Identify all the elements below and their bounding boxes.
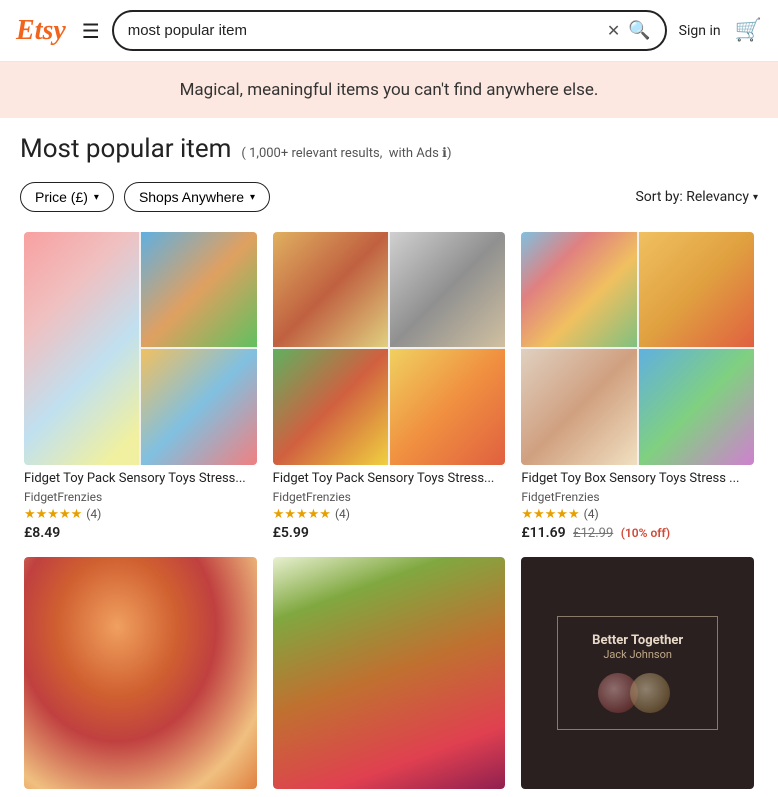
product-rating-3: ★★★★★ (4) (521, 507, 754, 522)
product-card-1[interactable]: Fidget Toy Pack Sensory Toys Stress... F… (16, 224, 265, 549)
sort-selector[interactable]: Sort by: Relevancy ▾ (635, 189, 758, 205)
banner-text: Magical, meaningful items you can't find… (180, 80, 599, 100)
product-shop-3: FidgetFrenzies (521, 490, 754, 504)
shops-filter-button[interactable]: Shops Anywhere ▾ (124, 182, 270, 212)
product-img-bl-2 (273, 349, 388, 464)
product-img-br-3 (639, 349, 754, 464)
search-bar: ✕ 🔍 (112, 10, 667, 51)
search-clear-icon[interactable]: ✕ (607, 21, 620, 40)
banner: Magical, meaningful items you can't find… (0, 62, 778, 118)
product-img-main-1 (24, 232, 139, 465)
sort-label: Sort by: Relevancy (635, 189, 748, 205)
header: Etsy ☰ ✕ 🔍 Sign in 🛒 (0, 0, 778, 62)
bottom-product-row: Better Together Jack Johnson (0, 549, 778, 797)
price-chevron-icon: ▾ (94, 192, 99, 203)
product-rating-1: ★★★★★ (4) (24, 507, 257, 522)
product-image-6: Better Together Jack Johnson (521, 557, 754, 790)
sign-in-link[interactable]: Sign in (679, 23, 721, 39)
product-image-4 (24, 557, 257, 790)
product-img-tr-2 (390, 232, 505, 347)
product-image-3 (521, 232, 754, 465)
price-filter-button[interactable]: Price (£) ▾ (20, 182, 114, 212)
shops-filter-label: Shops Anywhere (139, 189, 244, 205)
product-price-3: £11.69 £12.99 (10% off) (521, 525, 754, 541)
stars-3: ★★★★★ (521, 507, 579, 522)
product-card-3[interactable]: Fidget Toy Box Sensory Toys Stress ... F… (513, 224, 762, 549)
cart-icon[interactable]: 🛒 (735, 18, 762, 43)
sort-chevron-icon: ▾ (753, 192, 758, 203)
product-card-6[interactable]: Better Together Jack Johnson (513, 549, 762, 797)
product-card-4[interactable] (16, 549, 265, 797)
product-image-2 (273, 232, 506, 465)
bt-card-inner: Better Together Jack Johnson (557, 616, 718, 730)
product-img-tr-1 (141, 232, 256, 347)
bt-artist: Jack Johnson (578, 648, 697, 661)
product-img-tl-2 (273, 232, 388, 347)
price-filter-label: Price (£) (35, 189, 88, 205)
header-actions: Sign in 🛒 (679, 18, 762, 43)
stars-1: ★★★★★ (24, 507, 82, 522)
product-shop-2: FidgetFrenzies (273, 490, 506, 504)
bt-circles (578, 673, 697, 713)
product-img-bl-1 (141, 349, 256, 464)
rating-count-2: (4) (335, 507, 350, 521)
product-grid: Fidget Toy Pack Sensory Toys Stress... F… (0, 224, 778, 549)
product-img-tl-3 (521, 232, 636, 347)
product-shop-1: FidgetFrenzies (24, 490, 257, 504)
results-header: Most popular item ( 1,000+ relevant resu… (0, 118, 778, 172)
product-image-5 (273, 557, 506, 790)
product-title-3: Fidget Toy Box Sensory Toys Stress ... (521, 471, 754, 488)
results-title: Most popular item (20, 134, 231, 164)
etsy-logo[interactable]: Etsy (16, 15, 66, 47)
product-img-tr-3 (639, 232, 754, 347)
price-original-3: £12.99 (573, 526, 613, 541)
rating-count-1: (4) (86, 507, 101, 521)
product-card-5[interactable] (265, 549, 514, 797)
product-img-br-2 (390, 349, 505, 464)
search-submit-icon[interactable]: 🔍 (628, 20, 650, 41)
product-rating-2: ★★★★★ (4) (273, 507, 506, 522)
hamburger-icon[interactable]: ☰ (82, 19, 100, 43)
search-input[interactable] (128, 22, 599, 39)
shops-chevron-icon: ▾ (250, 192, 255, 203)
results-meta: ( 1,000+ relevant results, with Ads ℹ) (241, 146, 451, 161)
product-price-2: £5.99 (273, 525, 506, 541)
product-title-1: Fidget Toy Pack Sensory Toys Stress... (24, 471, 257, 488)
bt-title: Better Together (578, 633, 697, 648)
price-current-3: £11.69 (521, 525, 565, 541)
rating-count-3: (4) (584, 507, 599, 521)
stars-2: ★★★★★ (273, 507, 331, 522)
product-img-bl-3 (521, 349, 636, 464)
product-image-1 (24, 232, 257, 465)
bt-circle-2 (630, 673, 670, 713)
product-price-1: £8.49 (24, 525, 257, 541)
product-card-2[interactable]: Fidget Toy Pack Sensory Toys Stress... F… (265, 224, 514, 549)
filters-row: Price (£) ▾ Shops Anywhere ▾ Sort by: Re… (0, 172, 778, 224)
product-title-2: Fidget Toy Pack Sensory Toys Stress... (273, 471, 506, 488)
price-discount-3: (10% off) (621, 526, 670, 540)
